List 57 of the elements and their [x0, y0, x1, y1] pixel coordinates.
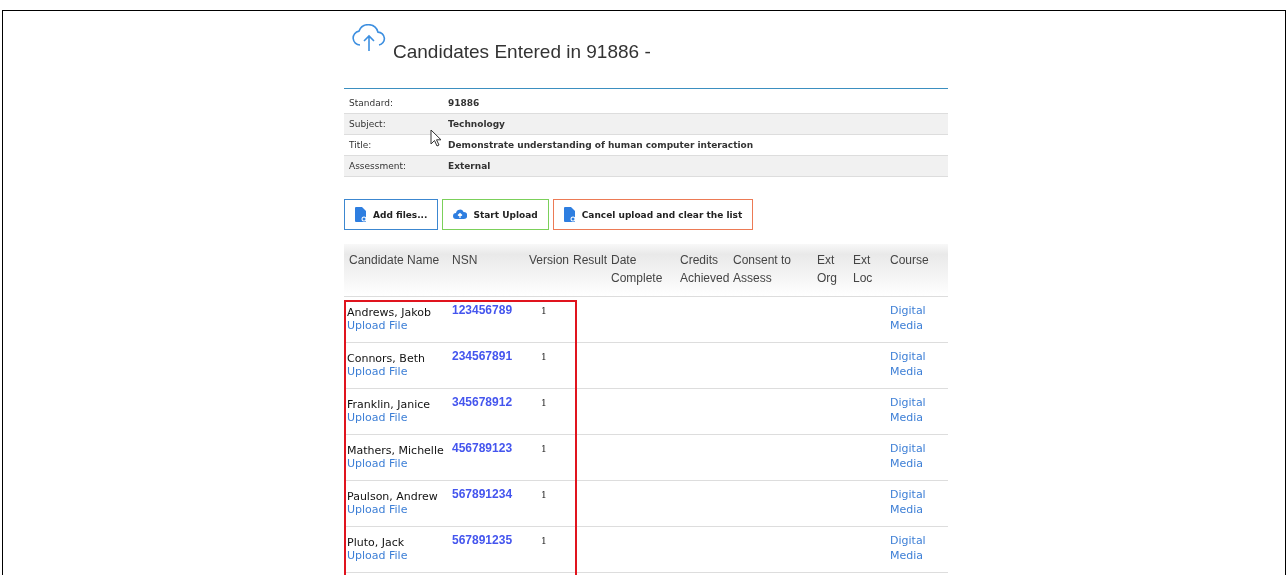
detail-value: Demonstrate understanding of human computer interaction: [448, 140, 754, 150]
upload-file-link[interactable]: Upload File: [347, 319, 408, 332]
detail-label: Subject:: [348, 119, 386, 129]
course-link[interactable]: Digital Media: [886, 481, 930, 517]
candidate-name: Paulson, Andrew: [347, 489, 438, 503]
upload-file-link[interactable]: Upload File: [347, 365, 408, 378]
version-cell-text: 1: [540, 489, 548, 500]
nsn-link[interactable]: 123456789: [448, 297, 525, 317]
detail-value: Technology: [448, 119, 505, 129]
column-header: Credits Achieved: [679, 252, 729, 287]
column-header: Course: [889, 252, 930, 269]
detail-value: 91886: [448, 98, 480, 108]
column-header: NSN: [451, 252, 479, 269]
column-header: Version: [528, 252, 569, 269]
detail-label: Standard:: [348, 98, 393, 108]
file-icon: [563, 207, 576, 222]
column-header: Result: [572, 252, 607, 269]
column-header: Consent to Assess: [732, 252, 793, 287]
course-link[interactable]: Digital Media: [886, 527, 930, 563]
version-cell-text: 1: [540, 305, 548, 316]
course-link[interactable]: Digital Media: [886, 389, 930, 425]
detail-label: Title:: [348, 140, 372, 150]
detail-label: Assessment:: [348, 161, 407, 171]
upload-button[interactable]: Start Upload: [442, 199, 549, 230]
version-cell-text: 1: [540, 351, 548, 362]
version-cell-text: 1: [540, 397, 548, 408]
candidate-name: Mathers, Michelle: [347, 443, 444, 457]
candidate-name: Pluto, Jack: [347, 535, 405, 549]
add-button[interactable]: Add files...: [344, 199, 439, 230]
file-icon: [355, 207, 367, 222]
column-header: Ext Loc: [852, 252, 874, 287]
candidate-name: Connors, Beth: [347, 351, 425, 365]
version-cell-text: 1: [540, 535, 548, 546]
cloud-upload-icon: [351, 24, 387, 52]
upload-file-link[interactable]: Upload File: [347, 549, 408, 562]
nsn-link[interactable]: 567891234: [448, 481, 525, 501]
column-header: Candidate Name: [348, 252, 441, 269]
course-link[interactable]: Digital Media: [886, 435, 930, 471]
detail-value: External: [448, 161, 491, 171]
nsn-link[interactable]: 456789123: [448, 435, 525, 455]
nsn-link[interactable]: 234567891: [448, 343, 525, 363]
course-link[interactable]: Digital Media: [886, 343, 930, 379]
page-title: Candidates Entered in 91886 -: [393, 41, 651, 63]
pointer-icon: [430, 129, 442, 147]
upload-file-link[interactable]: Upload File: [347, 411, 408, 424]
cancel-button[interactable]: Cancel upload and clear the list: [552, 199, 754, 230]
candidate-name: Andrews, Jakob: [347, 305, 431, 319]
upload-file-link[interactable]: Upload File: [347, 503, 408, 516]
column-header: Date Complete: [610, 252, 664, 287]
column-header: Ext Org: [816, 252, 838, 287]
nsn-link[interactable]: 567891235: [448, 527, 525, 547]
course-link[interactable]: Digital Media: [886, 297, 930, 333]
upload-file-link[interactable]: Upload File: [347, 457, 408, 470]
nsn-link[interactable]: 345678912: [448, 389, 525, 409]
cloud-upload-icon: [453, 209, 468, 220]
candidate-name: Franklin, Janice: [347, 397, 431, 411]
version-cell-text: 1: [540, 443, 548, 454]
